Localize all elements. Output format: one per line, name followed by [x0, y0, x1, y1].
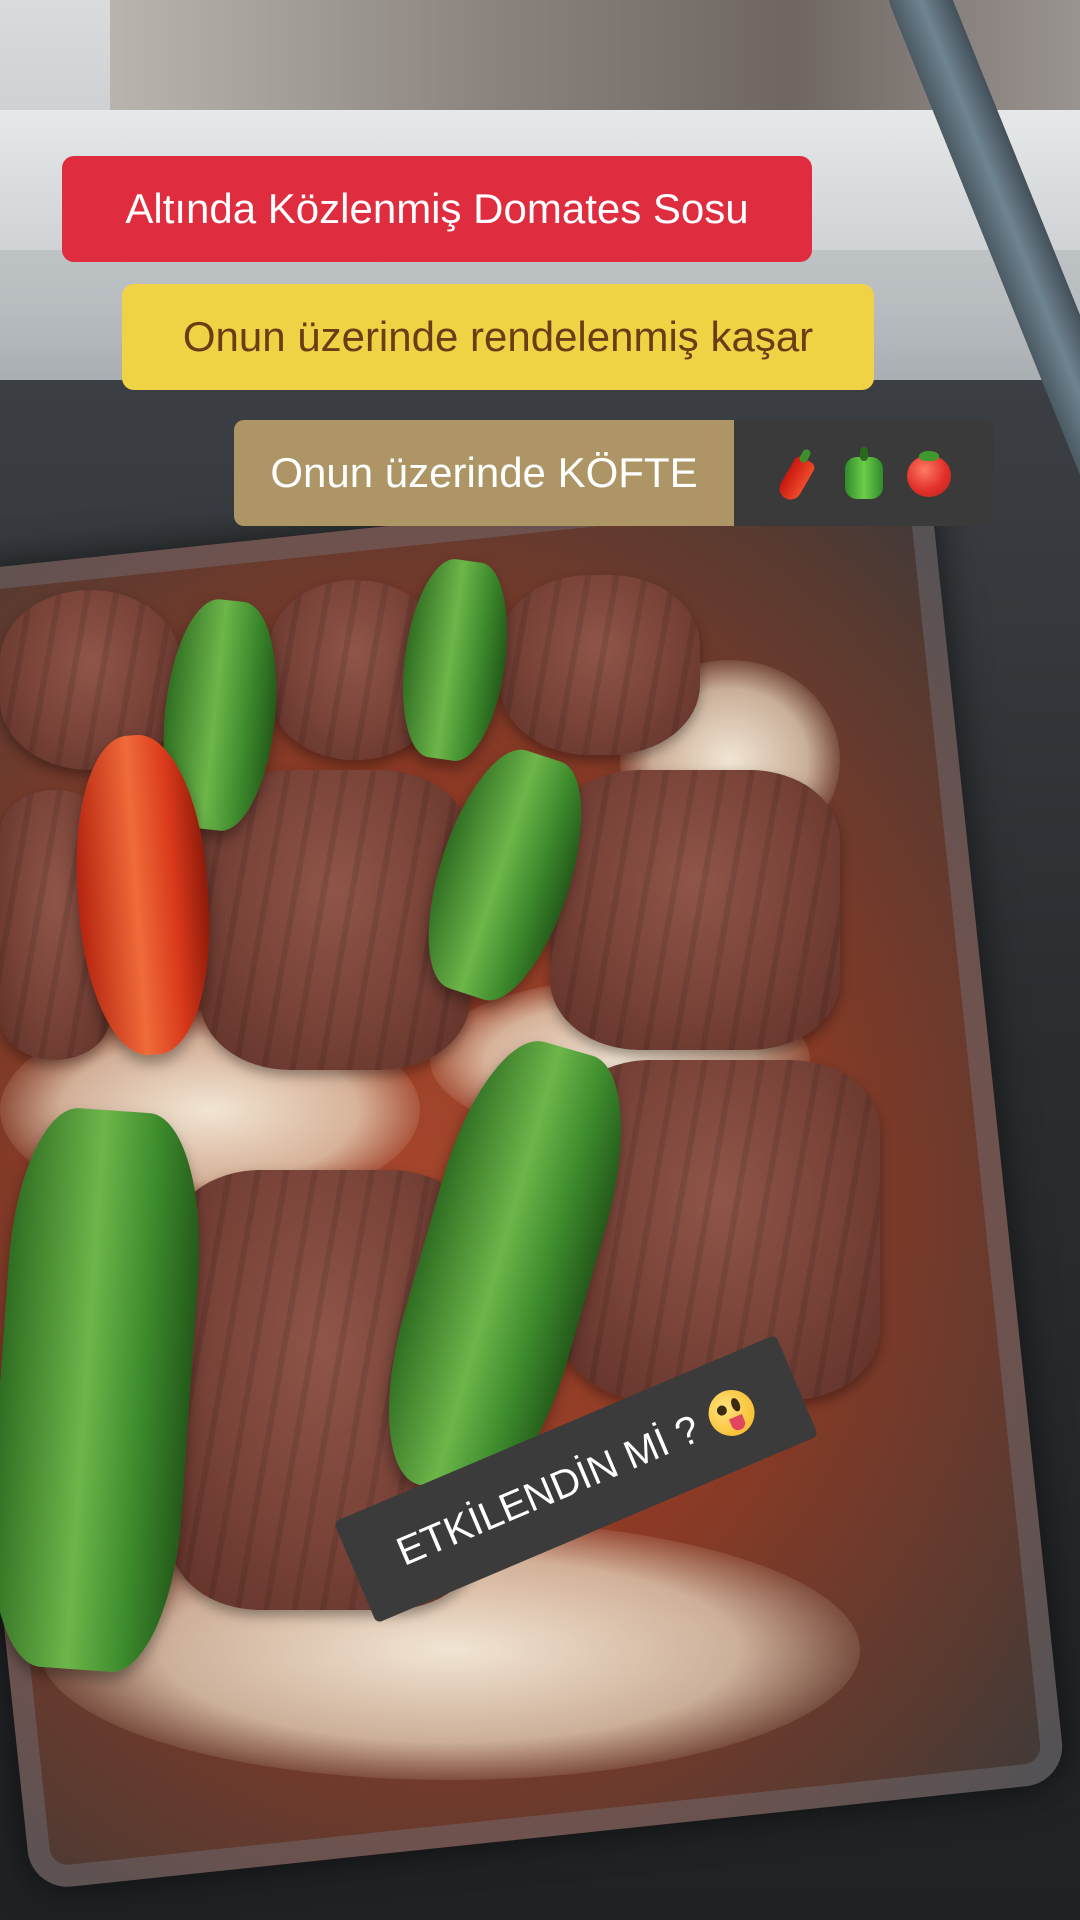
caption-tomato-sauce-text: Altında Közlenmiş Domates Sosu — [125, 185, 749, 232]
caption-tomato-sauce: Altında Közlenmiş Domates Sosu — [62, 156, 812, 262]
caption-kofte: Onun üzerinde KÖFTE — [234, 420, 734, 526]
kofte-patty — [550, 770, 840, 1050]
caption-grated-cheese-text: Onun üzerinde rendelenmiş kaşar — [182, 313, 814, 360]
kofte-patty — [500, 575, 700, 755]
caption-emoji-strip — [734, 420, 994, 526]
caption-kofte-text: Onun üzerinde KÖFTE — [270, 449, 698, 496]
hot-pepper-icon — [775, 447, 823, 504]
caption-kofte-row: Onun üzerinde KÖFTE — [234, 420, 994, 526]
video-frame: Altında Közlenmiş Domates Sosu Onun üzer… — [0, 0, 1080, 1920]
bell-pepper-icon — [841, 447, 887, 499]
caption-grated-cheese: Onun üzerinde rendelenmiş kaşar — [122, 284, 874, 390]
tomato-icon — [905, 447, 951, 499]
zany-face-icon — [701, 1382, 762, 1444]
